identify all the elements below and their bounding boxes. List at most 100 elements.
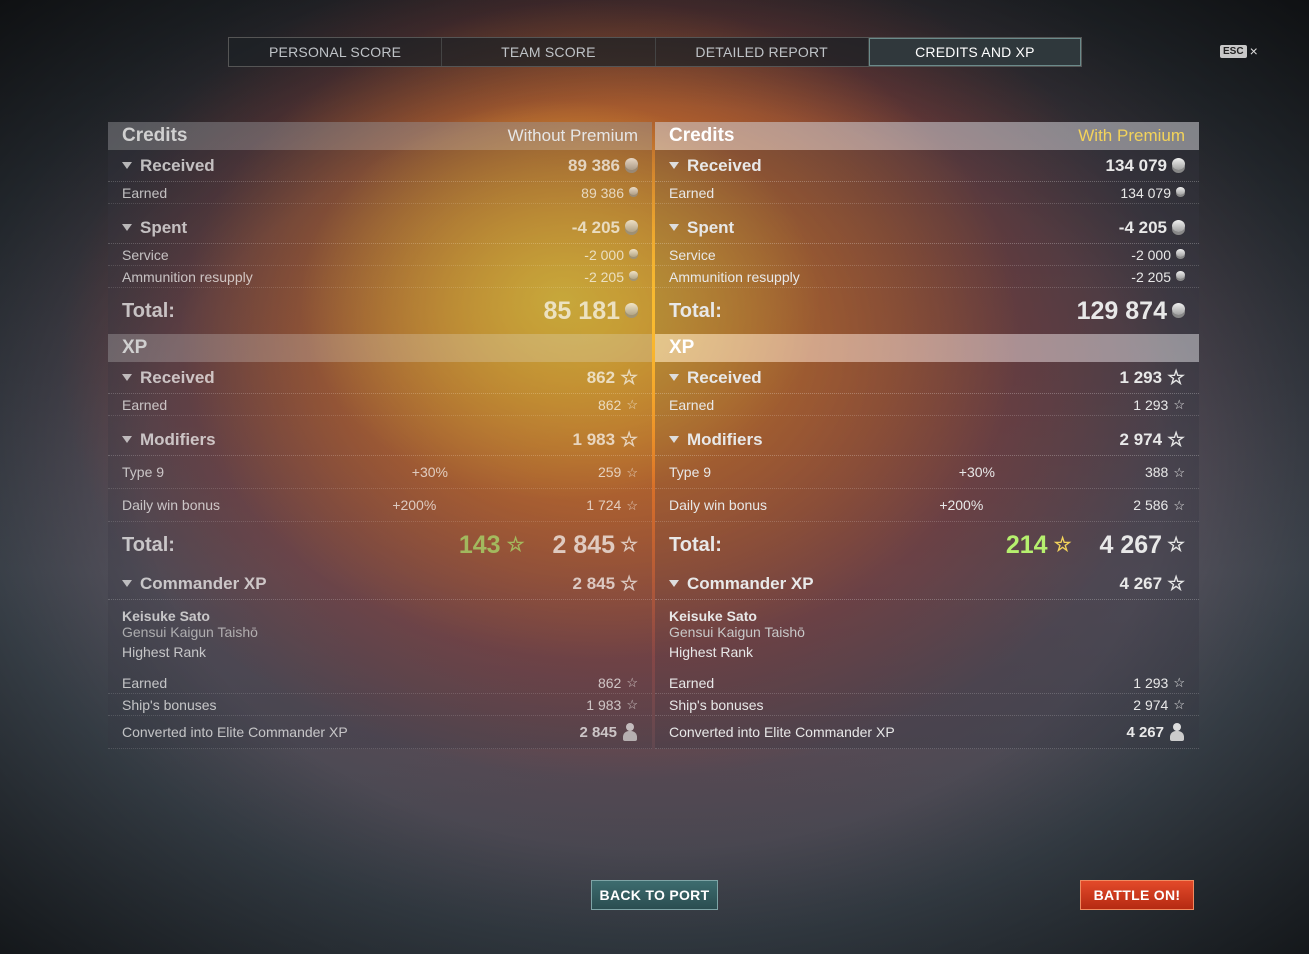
xp-total-row: Total: 214 ☆ 4 267 ☆ [655, 522, 1199, 568]
collapse-triangle-icon [669, 224, 679, 231]
xp-header: XP [655, 334, 1199, 362]
results-tabs: PERSONAL SCORE TEAM SCORE DETAILED REPOR… [228, 37, 1082, 67]
xp-star-icon: ☆ [1167, 534, 1185, 556]
collapse-triangle-icon [669, 374, 679, 381]
converted-row: Converted into Elite Commander XP 4 267 [655, 716, 1199, 749]
type9-value: 388 [1144, 464, 1169, 480]
xp-title: XP [669, 337, 695, 358]
collapse-triangle-icon [122, 580, 132, 587]
earned-row: Earned 134 079 [655, 182, 1199, 204]
credits-received-group[interactable]: Received 89 386 [108, 150, 652, 182]
converted-value: 2 845 [579, 723, 617, 741]
tab-personal-score[interactable]: PERSONAL SCORE [229, 38, 443, 66]
commander-earned-row: Earned 862 ☆ [108, 672, 652, 694]
modifiers-label: Modifiers [140, 429, 216, 449]
ammo-row: Ammunition resupply -2 205 [108, 266, 652, 288]
battle-on-button[interactable]: BATTLE ON! [1080, 880, 1194, 910]
daily-win-value: 2 586 [1133, 497, 1169, 513]
commander-rank: Gensui Kaigun Taishō [669, 624, 805, 640]
tab-credits-and-xp[interactable]: CREDITS AND XP [868, 38, 1081, 66]
xp-received-group[interactable]: Received 862 ☆ [108, 362, 652, 394]
credits-spent-group[interactable]: Spent -4 205 [108, 212, 652, 244]
commander-name: Keisuke Sato [122, 608, 210, 624]
credits-icon [1172, 157, 1185, 170]
modifiers-value: 1 983 [572, 429, 616, 449]
type9-percent: +30% [411, 464, 448, 480]
received-value: 134 079 [1105, 155, 1167, 175]
modifiers-group[interactable]: Modifiers 2 974 ☆ [655, 424, 1199, 456]
received-label: Received [687, 367, 762, 387]
ammo-label: Ammunition resupply [669, 268, 800, 285]
collapse-triangle-icon [122, 374, 132, 381]
commander-earned-value: 1 293 [1133, 674, 1169, 691]
xp-received-value: 862 [586, 367, 616, 387]
received-label: Received [140, 155, 215, 175]
credits-icon [1172, 303, 1185, 315]
commander-xp-group[interactable]: Commander XP 2 845 ☆ [108, 568, 652, 600]
ammo-row: Ammunition resupply -2 205 [655, 266, 1199, 288]
ship-bonuses-value: 1 983 [586, 696, 622, 713]
commander-xp-group[interactable]: Commander XP 4 267 ☆ [655, 568, 1199, 600]
tab-detailed-report[interactable]: DETAILED REPORT [656, 38, 869, 66]
received-label: Received [140, 367, 215, 387]
close-button[interactable]: ESC × [1220, 43, 1258, 59]
xp-star-icon: ☆ [620, 366, 638, 389]
collapse-triangle-icon [669, 580, 679, 587]
credits-icon [629, 248, 638, 257]
xp-earned-row: Earned 1 293 ☆ [655, 394, 1199, 416]
xp-star-icon: ☆ [1173, 697, 1185, 712]
xp-star-icon: ☆ [1173, 675, 1185, 690]
credits-title: Credits [122, 125, 188, 146]
credits-received-group[interactable]: Received 134 079 [655, 150, 1199, 182]
xp-star-icon: ☆ [626, 397, 638, 412]
credits-header: Credits Without Premium [108, 122, 652, 150]
credits-block: Received 134 079 Earned 134 079 Spent -4… [655, 150, 1199, 334]
credits-icon [629, 270, 638, 279]
service-value: -2 000 [584, 246, 624, 263]
xp-earned-row: Earned 862 ☆ [108, 394, 652, 416]
ammo-value: -2 205 [1131, 268, 1171, 285]
total-label: Total: [122, 299, 175, 322]
ship-bonuses-label: Ship's bonuses [669, 696, 764, 713]
credits-icon [625, 219, 638, 232]
xp-received-value: 1 293 [1119, 367, 1163, 387]
ship-bonuses-label: Ship's bonuses [122, 696, 217, 713]
without-premium-panel: Credits Without Premium Received 89 386 … [108, 122, 652, 749]
spent-label: Spent [687, 217, 735, 237]
xp-star-icon: ☆ [620, 534, 638, 556]
xp-star-icon: ☆ [1167, 572, 1185, 595]
xp-star-icon: ☆ [626, 697, 638, 712]
earned-label: Earned [122, 396, 168, 413]
commander-xp-value: 4 267 [1119, 573, 1163, 593]
spent-value: -4 205 [1118, 217, 1167, 237]
xp-total-value: 2 845 [552, 530, 616, 559]
xp-earned-value: 1 293 [1133, 396, 1169, 413]
credits-icon [1176, 270, 1185, 279]
elite-commander-icon [1169, 723, 1185, 741]
xp-star-icon: ☆ [506, 534, 525, 556]
earned-label: Earned [669, 396, 715, 413]
service-label: Service [122, 246, 169, 263]
commander-rank: Gensui Kaigun Taishō [122, 624, 258, 640]
credits-total-row: Total: 85 181 [108, 288, 652, 334]
service-label: Service [669, 246, 716, 263]
earned-label: Earned [669, 674, 715, 691]
modifiers-group[interactable]: Modifiers 1 983 ☆ [108, 424, 652, 456]
credits-icon [1176, 186, 1185, 195]
daily-win-label: Daily win bonus [669, 497, 768, 513]
ammo-label: Ammunition resupply [122, 268, 253, 285]
credits-header: Credits With Premium [655, 122, 1199, 150]
daily-win-row: Daily win bonus +200% 1 724 ☆ [108, 489, 652, 522]
xp-received-group[interactable]: Received 1 293 ☆ [655, 362, 1199, 394]
credits-icon [625, 303, 638, 315]
credits-spent-group[interactable]: Spent -4 205 [655, 212, 1199, 244]
type9-value: 259 [597, 464, 622, 480]
service-row: Service -2 000 [108, 244, 652, 266]
close-icon: × [1249, 43, 1258, 59]
xp-total-row: Total: 143 ☆ 2 845 ☆ [108, 522, 652, 568]
earned-label: Earned [669, 184, 715, 201]
back-to-port-button[interactable]: BACK TO PORT [591, 880, 718, 910]
commander-earned-value: 862 [597, 674, 622, 691]
daily-win-percent: +200% [939, 497, 984, 513]
tab-team-score[interactable]: TEAM SCORE [442, 38, 656, 66]
